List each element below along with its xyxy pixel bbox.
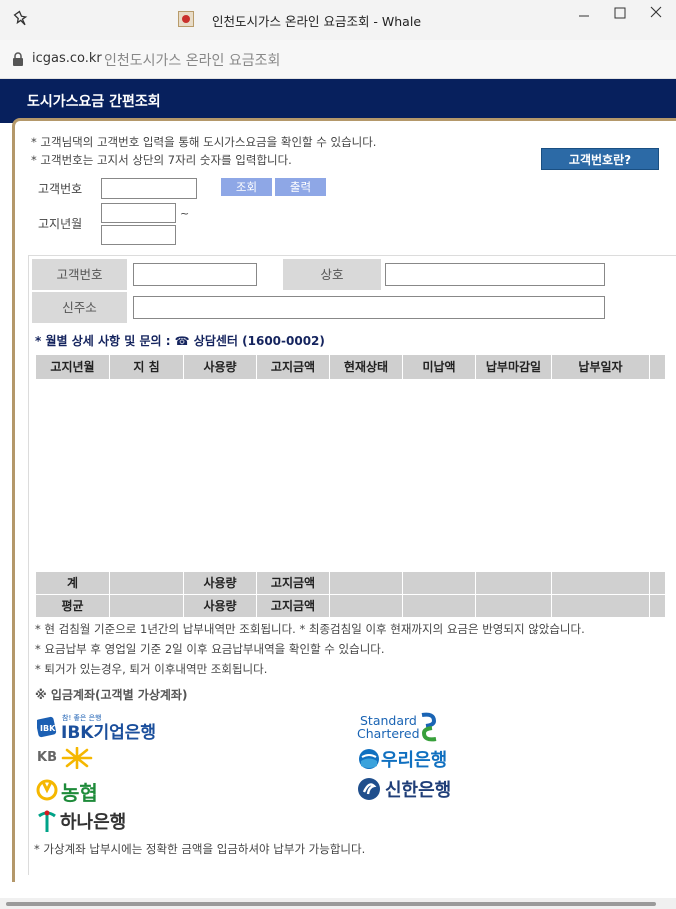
maximize-icon[interactable]: [605, 4, 635, 28]
note-line-2: * 고객번호는 고지서 상단의 7자리 숫자를 입력합니다.: [31, 153, 292, 167]
period-tilde: ~: [180, 207, 190, 220]
monthly-detail-title: * 월별 상세 사항 및 문의 : ☎ 상담센터 (1600-0002): [35, 334, 325, 348]
lock-icon: [13, 52, 23, 66]
address-bar[interactable]: icgas.co.kr 인천도시가스 온라인 요금조회: [0, 40, 676, 79]
average-cell: [110, 595, 184, 617]
nh-icon: [36, 779, 58, 801]
total-cell: [552, 572, 650, 594]
kb-star-icon: [61, 747, 93, 769]
window-titlebar: 인천도시가스 온라인 요금조회 - Whale: [0, 0, 676, 40]
info-address-field[interactable]: [133, 296, 605, 319]
period-label: 고지년월: [38, 217, 83, 231]
period-from-input[interactable]: [101, 203, 176, 223]
col-header-spacer: [650, 355, 666, 379]
customer-number-help-button[interactable]: 고객번호란?: [541, 148, 659, 170]
address-domain: icgas.co.kr: [32, 51, 102, 66]
page-header: 도시가스요금 간편조회: [0, 79, 676, 123]
shinhan-icon: [358, 778, 380, 800]
col-header: 고지금액: [257, 355, 330, 379]
note-line-1: * 고객님댁의 고객번호 입력을 통해 도시가스요금을 확인할 수 있습니다.: [31, 135, 377, 149]
col-header: 납부일자: [552, 355, 650, 379]
total-amount: 고지금액: [257, 572, 330, 594]
ibk-name: IBK기업은행: [61, 723, 157, 743]
hana-name: 하나은행: [60, 812, 127, 833]
col-header: 납부마감일: [476, 355, 552, 379]
address-page-title: 인천도시가스 온라인 요금조회: [104, 53, 281, 69]
table-average-row: 평균 사용량 고지금액: [36, 595, 666, 617]
average-cell: [403, 595, 476, 617]
col-header: 지 침: [110, 355, 184, 379]
print-button[interactable]: 출력: [275, 178, 326, 196]
virtual-account-note: * 가상계좌 납부시에는 정확한 금액을 입금하셔야 납부가 가능합니다.: [34, 842, 366, 856]
svg-text:IBK: IBK: [40, 724, 56, 733]
total-cell: [330, 572, 403, 594]
window-title: 인천도시가스 온라인 요금조회 - Whale: [212, 14, 422, 29]
deposit-account-title: ※ 입금계좌(고객별 가상계좌): [35, 688, 188, 702]
col-header: 사용량: [184, 355, 257, 379]
average-spacer: [650, 595, 666, 617]
period-to-input[interactable]: [101, 225, 176, 245]
table-total-row: 계 사용량 고지금액: [36, 572, 666, 594]
average-amount: 고지금액: [257, 595, 330, 617]
total-spacer: [650, 572, 666, 594]
woori-name: 우리은행: [381, 750, 448, 771]
shinhan-name: 신한은행: [385, 780, 452, 801]
info-company-field[interactable]: [385, 263, 605, 286]
page-title: 도시가스요금 간편조회: [27, 94, 161, 110]
sc-line-2: Chartered: [357, 726, 420, 741]
site-favicon-icon: [178, 11, 194, 27]
col-header: 고지년월: [36, 355, 110, 379]
bottom-note-2: * 요금납부 후 영업일 기준 2일 이후 요금납부내역을 확인할 수 있습니다…: [35, 642, 385, 656]
search-button[interactable]: 조회: [221, 178, 272, 196]
billing-table-header: 고지년월 지 침 사용량 고지금액 현재상태 미납액 납부마감일 납부일자: [36, 355, 666, 379]
customer-number-input[interactable]: [101, 178, 197, 199]
nh-name: 농협: [61, 781, 98, 805]
average-cell: [552, 595, 650, 617]
ibk-icon: IBK: [37, 716, 57, 738]
info-customer-number-field[interactable]: [133, 263, 257, 286]
total-cell: [110, 572, 184, 594]
total-cell: [403, 572, 476, 594]
info-customer-number-label: 고객번호: [32, 259, 127, 290]
info-address-label: 신주소: [32, 292, 127, 323]
bottom-note-1: * 현 검침월 기준으로 1년간의 납부내역만 조회됩니다. * 최종검침일 이…: [35, 622, 585, 636]
close-icon[interactable]: [641, 4, 671, 28]
woori-icon: [359, 749, 379, 769]
total-cell: [476, 572, 552, 594]
sc-icon: [421, 712, 437, 742]
bottom-note-3: * 퇴거가 있는경우, 퇴거 이후내역만 조회됩니다.: [35, 662, 268, 676]
total-usage: 사용량: [184, 572, 257, 594]
average-cell: [476, 595, 552, 617]
billing-table-body: [36, 379, 666, 571]
average-label: 평균: [36, 595, 110, 617]
average-cell: [330, 595, 403, 617]
col-header: 현재상태: [330, 355, 403, 379]
hana-icon: [38, 810, 56, 832]
pin-icon[interactable]: [12, 10, 30, 28]
col-header: 미납액: [403, 355, 476, 379]
average-usage: 사용량: [184, 595, 257, 617]
kb-name: KB: [37, 750, 57, 765]
customer-number-label: 고객번호: [38, 182, 83, 196]
info-company-label: 상호: [283, 259, 381, 290]
total-label: 계: [36, 572, 110, 594]
horizontal-scrollbar-thumb[interactable]: [6, 902, 656, 906]
minimize-icon[interactable]: [569, 4, 599, 28]
